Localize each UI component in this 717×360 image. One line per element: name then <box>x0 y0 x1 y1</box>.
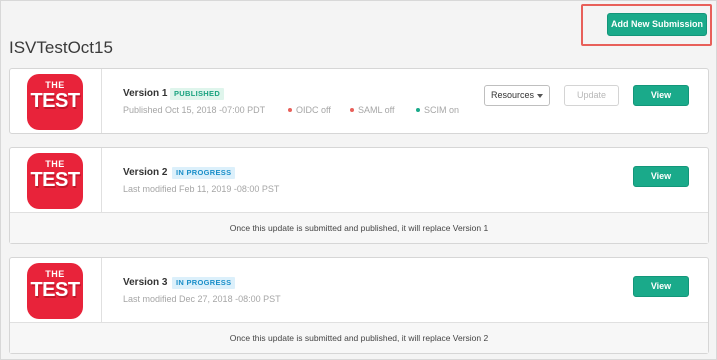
replacement-note: Once this update is submitted and publis… <box>10 212 708 243</box>
version-card-2: THE TEST Version 2 IN PROGRESS Last modi… <box>9 147 709 244</box>
update-button[interactable]: Update <box>564 85 619 106</box>
saml-status: SAML off <box>350 105 395 115</box>
add-new-submission-button[interactable]: Add New Submission <box>607 13 707 36</box>
caret-down-icon <box>537 94 543 98</box>
version-title: Version 1 <box>123 88 168 99</box>
page-title: ISVTestOct15 <box>9 38 113 57</box>
logo-top-text: THE <box>45 269 65 279</box>
logo-main-text: TEST <box>30 279 80 301</box>
view-button[interactable]: View <box>633 166 689 187</box>
oidc-status-label: OIDC off <box>296 105 331 115</box>
saml-status-label: SAML off <box>358 105 395 115</box>
version-card-main: THE TEST Version 2 IN PROGRESS Last modi… <box>10 148 708 212</box>
version-card-main: THE TEST Version 1 PUBLISHED Published O… <box>10 69 708 133</box>
replacement-note: Once this update is submitted and publis… <box>10 322 708 353</box>
version-title: Version 3 <box>123 277 168 288</box>
logo-top-text: THE <box>45 80 65 90</box>
scim-status: SCIM on <box>416 105 459 115</box>
status-badge-published: PUBLISHED <box>170 88 225 100</box>
version-meta: Last modified Feb 11, 2019 -08:00 PST <box>123 184 280 194</box>
app-logo-cell: THE TEST <box>10 258 102 322</box>
version-meta: Published Oct 15, 2018 -07:00 PDT <box>123 105 266 115</box>
version-card-1: THE TEST Version 1 PUBLISHED Published O… <box>9 68 709 134</box>
version-meta: Last modified Dec 27, 2018 -08:00 PST <box>123 294 281 304</box>
app-logo-cell: THE TEST <box>10 69 102 133</box>
scim-status-label: SCIM on <box>424 105 460 115</box>
version-title: Version 2 <box>123 167 168 178</box>
logo-main-text: TEST <box>30 90 80 112</box>
version-card-main: THE TEST Version 3 IN PROGRESS Last modi… <box>10 258 708 322</box>
logo-top-text: THE <box>45 159 65 169</box>
app-logo: THE TEST <box>27 74 83 130</box>
status-on-dot-icon <box>416 107 420 112</box>
app-logo-cell: THE TEST <box>10 148 102 212</box>
logo-main-text: TEST <box>30 169 80 191</box>
app-logo: THE TEST <box>27 263 83 319</box>
resources-dropdown-label: Resources <box>491 90 535 100</box>
view-button[interactable]: View <box>633 85 689 106</box>
status-badge-in-progress: IN PROGRESS <box>172 167 236 179</box>
status-off-dot-icon <box>288 107 292 112</box>
app-logo: THE TEST <box>27 153 83 209</box>
version-card-3: THE TEST Version 3 IN PROGRESS Last modi… <box>9 257 709 354</box>
oidc-status: OIDC off <box>288 105 331 115</box>
status-off-dot-icon <box>350 107 354 112</box>
resources-dropdown[interactable]: Resources <box>484 85 550 106</box>
view-button[interactable]: View <box>633 276 689 297</box>
status-badge-in-progress: IN PROGRESS <box>172 277 236 289</box>
